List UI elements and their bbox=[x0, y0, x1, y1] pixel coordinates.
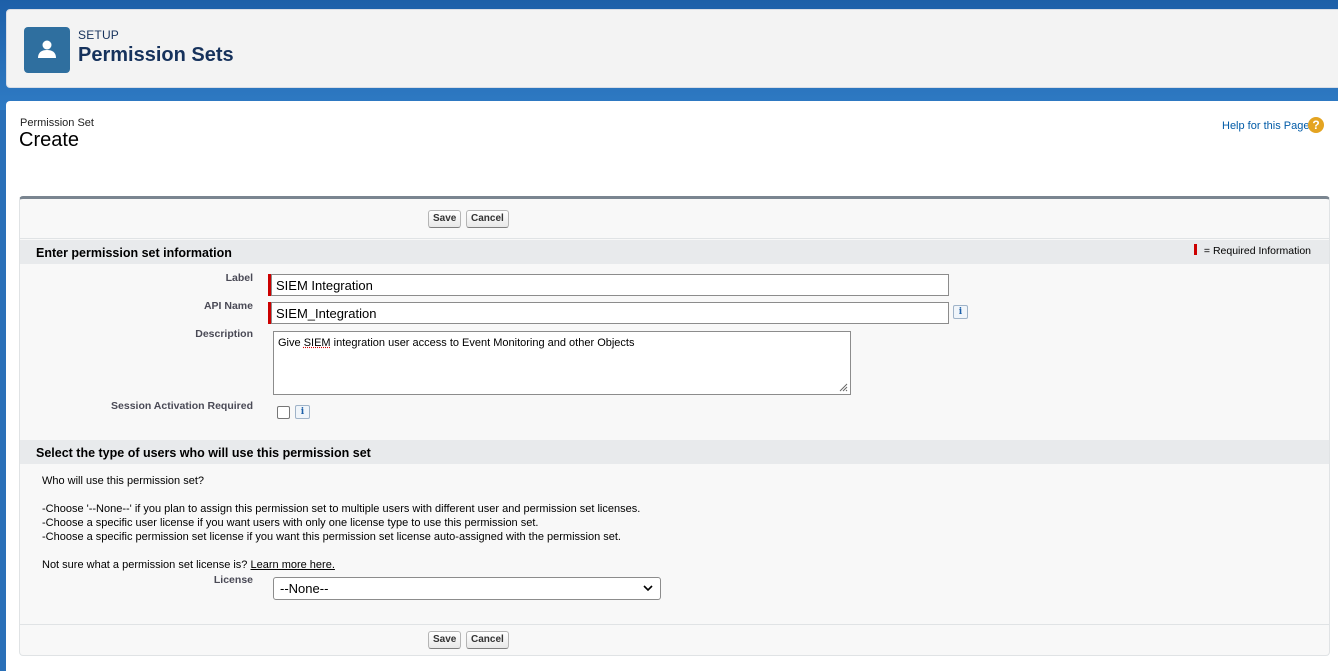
save-button[interactable]: Save bbox=[428, 631, 462, 649]
required-marker bbox=[1193, 244, 1197, 255]
top-button-row: Save Cancel bbox=[20, 199, 1329, 239]
api-name-field-label: API Name bbox=[203, 300, 253, 312]
save-button[interactable]: Save bbox=[428, 210, 462, 228]
section-header-user-type: Select the type of users who will use th… bbox=[20, 440, 1329, 464]
required-legend: = Required Information bbox=[1193, 244, 1311, 257]
description-field-label: Description bbox=[195, 328, 253, 340]
label-input[interactable] bbox=[271, 274, 949, 296]
bullet-text: -Choose '--None--' if you plan to assign… bbox=[42, 503, 641, 515]
main-content: Permission Set Create Help for this Page… bbox=[6, 101, 1338, 671]
question-text: Who will use this permission set? bbox=[42, 475, 205, 487]
resize-grip-icon[interactable] bbox=[839, 383, 848, 392]
license-select[interactable]: --None-- bbox=[273, 577, 661, 600]
section-title: Enter permission set information bbox=[36, 246, 232, 260]
license-field-label: License bbox=[213, 574, 253, 586]
description-textarea[interactable]: Give SIEM integration user access to Eve… bbox=[273, 331, 851, 395]
page-type: Permission Set bbox=[20, 117, 94, 129]
session-activation-label: Session Activation Required bbox=[111, 400, 253, 412]
label-field-label: Label bbox=[225, 272, 253, 284]
info-icon[interactable]: i bbox=[295, 405, 310, 419]
section-title: Select the type of users who will use th… bbox=[36, 446, 371, 460]
question-icon[interactable]: ? bbox=[1308, 117, 1324, 133]
setup-breadcrumb[interactable]: SETUP bbox=[78, 28, 119, 42]
setup-header: SETUP Permission Sets bbox=[6, 9, 1338, 88]
page-header-title: Permission Sets bbox=[78, 44, 234, 66]
page-title: Create bbox=[19, 129, 80, 151]
bullet-text: -Choose a specific permission set licens… bbox=[42, 531, 621, 543]
edit-form: Save Cancel Enter permission set informa… bbox=[19, 196, 1330, 656]
chevron-down-icon bbox=[643, 585, 653, 592]
section-header-info: Enter permission set information = Requi… bbox=[20, 240, 1329, 264]
session-activation-checkbox[interactable] bbox=[277, 406, 290, 419]
learn-more-link[interactable]: Learn more here. bbox=[251, 559, 335, 571]
user-icon bbox=[24, 27, 70, 73]
cancel-button[interactable]: Cancel bbox=[466, 631, 509, 649]
cancel-button[interactable]: Cancel bbox=[466, 210, 509, 228]
bullet-text: -Choose a specific user license if you w… bbox=[42, 517, 539, 529]
info-icon[interactable]: i bbox=[953, 305, 968, 319]
api-name-input[interactable] bbox=[271, 302, 949, 324]
help-link[interactable]: Help for this Page bbox=[1222, 120, 1309, 132]
bottom-button-row: Save Cancel bbox=[20, 624, 1329, 656]
learn-more-text: Not sure what a permission set license i… bbox=[42, 559, 335, 571]
